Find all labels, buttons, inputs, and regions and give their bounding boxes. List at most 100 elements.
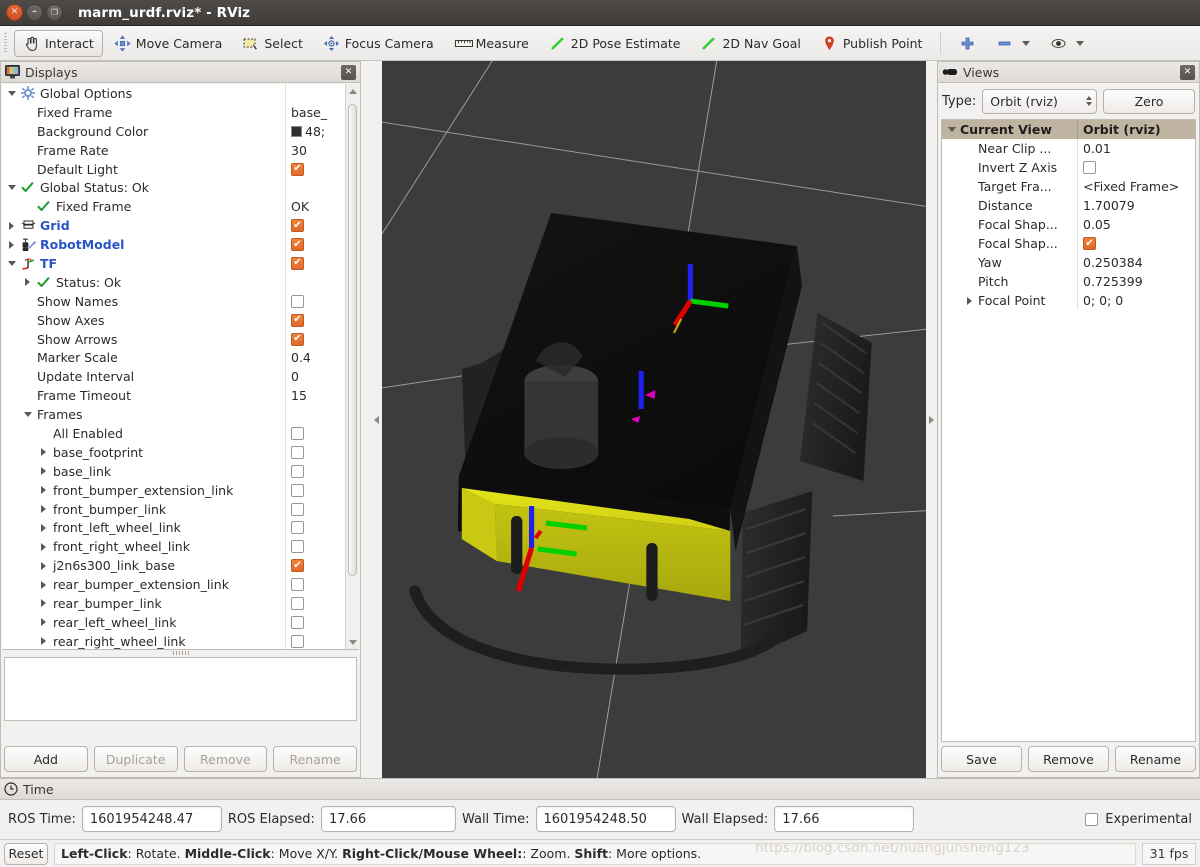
display-item-value[interactable] [285, 480, 345, 500]
display-item-value[interactable] [285, 159, 345, 179]
left-splitter-handle[interactable] [371, 61, 381, 778]
collapse-icon[interactable] [6, 260, 17, 266]
display-tree-row[interactable]: Show Axes [2, 310, 345, 330]
display-visibility-checkbox[interactable] [291, 445, 304, 459]
display-tree-row[interactable]: j2n6s300_link_base [2, 556, 345, 576]
tool-button-interact[interactable]: Interact [14, 29, 103, 57]
view-property-value[interactable]: 0.05 [1077, 215, 1195, 234]
expand-icon[interactable] [6, 221, 17, 230]
display-visibility-checkbox[interactable] [291, 426, 304, 440]
display-visibility-checkbox[interactable] [291, 502, 304, 516]
expand-icon[interactable] [38, 637, 49, 646]
expand-icon[interactable] [22, 278, 33, 287]
view-property-row[interactable]: Focal Shap... 0.05 [942, 215, 1195, 234]
view-property-row[interactable]: Target Fra... <Fixed Frame> [942, 177, 1195, 196]
chevron-down-icon[interactable] [1076, 40, 1085, 46]
display-tree-row[interactable]: front_bumper_extension_link [2, 480, 345, 500]
expand-icon[interactable] [38, 618, 49, 627]
display-item-value[interactable] [285, 310, 345, 330]
display-tree-row[interactable]: base_link [2, 461, 345, 481]
chevron-down-icon[interactable] [1022, 40, 1031, 46]
close-icon[interactable]: ✕ [1180, 64, 1195, 80]
display-tree-row[interactable]: rear_bumper_link [2, 594, 345, 613]
expand-icon[interactable] [38, 580, 49, 589]
displays-vertical-scrollbar[interactable] [345, 84, 359, 649]
display-item-value[interactable] [285, 442, 345, 462]
view-type-select[interactable]: Orbit (rviz) [982, 88, 1097, 114]
view-property-value[interactable]: 1.70079 [1077, 196, 1195, 215]
add-tool-button[interactable] [950, 30, 985, 57]
display-item-value[interactable] [285, 254, 345, 273]
window-maximize-button[interactable]: ❐ [46, 4, 63, 21]
display-visibility-checkbox[interactable] [291, 540, 304, 554]
rename-view-button[interactable]: Rename [1115, 746, 1196, 772]
display-tree-row[interactable]: front_bumper_link [2, 499, 345, 519]
view-property-row[interactable]: Distance 1.70079 [942, 196, 1195, 215]
expand-icon[interactable] [38, 523, 49, 532]
display-visibility-checkbox[interactable] [291, 256, 304, 270]
display-visibility-checkbox[interactable] [291, 615, 304, 629]
render-viewport-3d[interactable] [382, 61, 926, 778]
display-item-value[interactable] [285, 537, 345, 557]
visibility-tool-button[interactable] [1041, 30, 1093, 57]
remove-view-button[interactable]: Remove [1028, 746, 1109, 772]
display-visibility-checkbox[interactable] [291, 162, 304, 176]
scroll-up-icon[interactable] [346, 84, 359, 98]
display-visibility-checkbox[interactable] [291, 578, 304, 592]
display-tree-row[interactable]: front_left_wheel_link [2, 518, 345, 538]
display-tree-row[interactable]: Grid [2, 216, 345, 236]
time-field-input[interactable]: 17.66 [320, 806, 456, 832]
display-visibility-checkbox[interactable] [291, 464, 304, 478]
display-item-value[interactable] [285, 594, 345, 613]
view-property-value[interactable]: <Fixed Frame> [1077, 177, 1195, 196]
view-property-value[interactable]: 0.01 [1077, 139, 1195, 158]
expand-icon[interactable] [38, 486, 49, 495]
collapse-icon[interactable] [6, 185, 17, 191]
collapse-icon[interactable] [946, 127, 957, 132]
display-visibility-checkbox[interactable] [291, 634, 304, 648]
view-property-row[interactable]: Yaw 0.250384 [942, 253, 1195, 272]
expand-icon[interactable] [6, 240, 17, 249]
display-item-value[interactable] [285, 631, 345, 649]
display-tree-row[interactable]: rear_bumper_extension_link [2, 575, 345, 595]
time-field-input[interactable]: 1601954248.50 [535, 806, 676, 832]
right-splitter-handle[interactable] [926, 61, 936, 778]
display-visibility-checkbox[interactable] [291, 294, 304, 308]
display-tree-row[interactable]: All Enabled [2, 424, 345, 443]
scrollbar-thumb[interactable] [348, 104, 357, 576]
display-tree-row[interactable]: Default Light [2, 159, 345, 179]
display-visibility-checkbox[interactable] [291, 238, 304, 252]
display-item-value[interactable] [285, 216, 345, 236]
view-property-value[interactable] [1077, 234, 1195, 253]
display-tree-row[interactable]: base_footprint [2, 442, 345, 462]
display-item-value[interactable] [285, 329, 345, 349]
scroll-down-icon[interactable] [346, 635, 359, 649]
view-property-value[interactable] [1077, 158, 1195, 177]
expand-icon[interactable] [38, 467, 49, 476]
expand-icon[interactable] [38, 505, 49, 514]
remove-tool-button[interactable] [987, 30, 1039, 57]
display-tree-row[interactable]: Marker Scale 0.4 [2, 348, 345, 368]
tool-button-focus-camera[interactable]: Focus Camera [314, 30, 443, 57]
experimental-toggle[interactable]: Experimental [1085, 812, 1192, 827]
display-tree-row[interactable]: RobotModel [2, 235, 345, 255]
reset-button[interactable]: Reset [4, 842, 48, 865]
tool-button-2d-nav-goal[interactable]: 2D Nav Goal [691, 30, 809, 57]
view-property-row[interactable]: Focal Shap... [942, 234, 1195, 253]
toolbar-drag-handle[interactable] [2, 32, 10, 54]
display-item-value[interactable] [285, 424, 345, 443]
experimental-checkbox[interactable] [1085, 812, 1099, 826]
displays-splitter[interactable] [2, 650, 359, 656]
display-tree-row[interactable]: Global Status: Ok [2, 178, 345, 198]
display-tree-row[interactable]: Frame Timeout 15 [2, 386, 345, 406]
display-item-value[interactable] [285, 556, 345, 576]
expand-icon[interactable] [38, 448, 49, 457]
display-visibility-checkbox[interactable] [291, 559, 304, 573]
view-property-row[interactable]: Pitch 0.725399 [942, 272, 1195, 291]
expand-icon[interactable] [38, 599, 49, 608]
tool-button-move-camera[interactable]: Move Camera [105, 30, 232, 57]
display-tree-row[interactable]: Fixed Frame base_ [2, 102, 345, 122]
display-tree-row[interactable]: Show Names [2, 291, 345, 311]
display-tree-row[interactable]: Frames [2, 405, 345, 425]
display-tree-row[interactable]: rear_right_wheel_link [2, 631, 345, 649]
